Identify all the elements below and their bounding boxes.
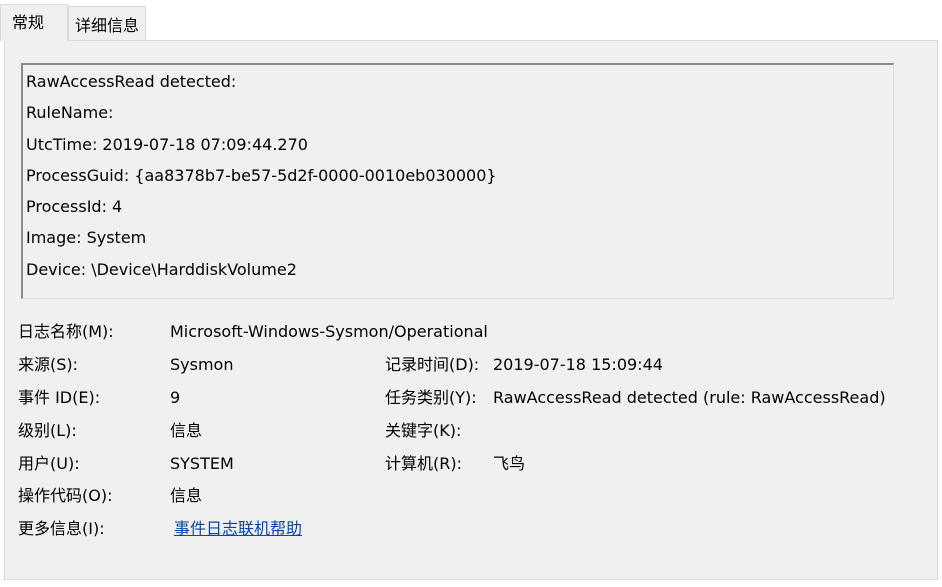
- task-category-label: 任务类别(Y):: [385, 388, 477, 407]
- event-id-label: 事件 ID(E):: [18, 388, 101, 407]
- description-line: RuleName:: [26, 103, 114, 123]
- description-line: UtcTime: 2019-07-18 07:09:44.270: [26, 134, 308, 154]
- event-id-value: 9: [170, 388, 181, 407]
- source-value: Sysmon: [170, 355, 234, 374]
- log-name-value: Microsoft-Windows-Sysmon/Operational: [170, 322, 488, 341]
- tab-bar: 详细信息 常规: [0, 0, 942, 41]
- user-value: SYSTEM: [170, 454, 234, 473]
- more-info-label: 更多信息(I):: [18, 519, 105, 538]
- description-line: ProcessId: 4: [26, 197, 123, 217]
- tab-general[interactable]: 常规: [0, 4, 68, 41]
- tab-details[interactable]: 详细信息: [68, 6, 146, 40]
- task-category-value: RawAccessRead detected (rule: RawAccessR…: [493, 388, 886, 407]
- level-value: 信息: [170, 421, 203, 440]
- computer-value: 飞鸟: [493, 454, 526, 473]
- logged-label: 记录时间(D):: [385, 355, 480, 374]
- level-label: 级别(L):: [18, 421, 77, 440]
- opcode-value: 信息: [170, 486, 203, 505]
- keywords-label: 关键字(K):: [385, 421, 462, 440]
- log-name-label: 日志名称(M):: [18, 322, 114, 341]
- description-line: Device: \Device\HarddiskVolume2: [26, 259, 297, 279]
- event-description-box[interactable]: RawAccessRead detected: RuleName: UtcTim…: [21, 63, 894, 299]
- source-label: 来源(S):: [18, 355, 79, 374]
- description-line: Image: System: [26, 228, 147, 248]
- computer-label: 计算机(R):: [385, 454, 462, 473]
- description-line: RawAccessRead detected:: [26, 72, 237, 91]
- user-label: 用户(U):: [18, 454, 80, 473]
- opcode-label: 操作代码(O):: [18, 486, 113, 505]
- general-panel: RawAccessRead detected: RuleName: UtcTim…: [4, 40, 938, 580]
- online-help-link[interactable]: 事件日志联机帮助: [174, 519, 302, 539]
- bottom-strip: [0, 580, 942, 587]
- logged-value: 2019-07-18 15:09:44: [493, 355, 663, 374]
- description-line: ProcessGuid: {aa8378b7-be57-5d2f-0000-00…: [26, 165, 497, 185]
